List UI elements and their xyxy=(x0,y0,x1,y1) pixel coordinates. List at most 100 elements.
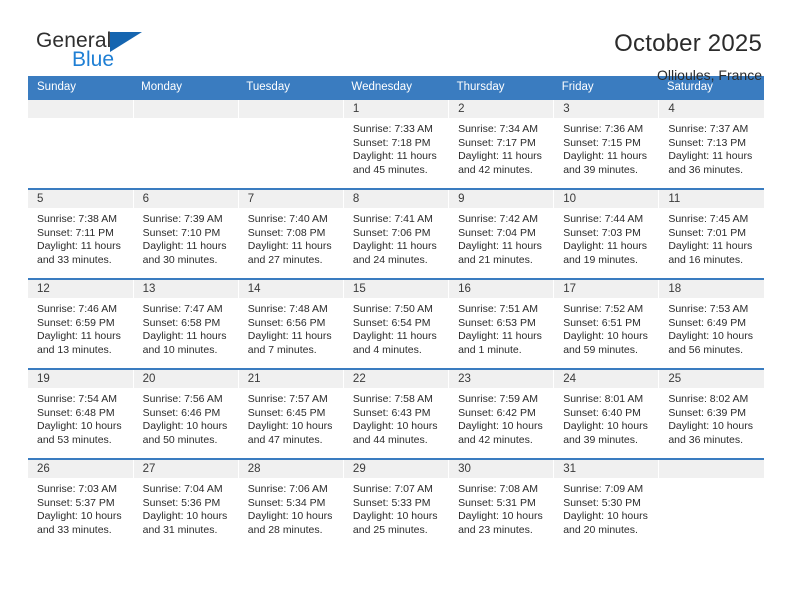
sunset-text: Sunset: 7:08 PM xyxy=(247,226,326,239)
sunrise-text: Sunrise: 7:33 AM xyxy=(352,123,433,135)
calendar-day-cell[interactable]: 26 Sunrise: 7:03 AM Sunset: 5:37 PM Dayligh… xyxy=(28,458,134,549)
sunset-text: Sunset: 6:40 PM xyxy=(563,406,641,419)
calendar-day-cell[interactable]: 27 Sunrise: 7:04 AM Sunset: 5:36 PM Dayligh… xyxy=(133,458,239,549)
daylight-text-line1: Daylight: 11 hours xyxy=(563,150,648,162)
calendar-day-cell[interactable]: 9 Sunrise: 7:42 AM Sunset: 7:04 PM Daylight… xyxy=(448,188,555,279)
day-details: Sunrise: 7:39 AM Sunset: 7:10 PM Daylight:… xyxy=(134,208,238,267)
daylight-text-line1: Daylight: 10 hours xyxy=(458,420,543,432)
calendar-day-cell[interactable]: 22 Sunrise: 7:58 AM Sunset: 6:43 PM Dayligh… xyxy=(343,368,450,459)
day-details: Sunrise: 7:46 AM Sunset: 6:59 PM Daylight:… xyxy=(28,298,133,357)
sunset-text: Sunset: 6:54 PM xyxy=(352,316,431,329)
day-details: Sunrise: 7:59 AM Sunset: 6:42 PM Daylight:… xyxy=(449,388,553,447)
calendar-day-cell[interactable]: 18 Sunrise: 7:53 AM Sunset: 6:49 PM Dayligh… xyxy=(658,278,764,369)
day-number: 19 xyxy=(28,370,133,388)
day-details: Sunrise: 7:09 AM Sunset: 5:30 PM Daylight:… xyxy=(554,478,658,537)
daylight-text-line2: and 25 minutes. xyxy=(352,523,428,536)
calendar-day-cell[interactable]: 28 Sunrise: 7:06 AM Sunset: 5:34 PM Dayligh… xyxy=(238,458,344,549)
calendar-day-cell[interactable]: 24 Sunrise: 8:01 AM Sunset: 6:40 PM Dayligh… xyxy=(553,368,660,459)
calendar-day-cell[interactable]: 4 Sunrise: 7:37 AM Sunset: 7:13 PM Daylight… xyxy=(658,98,764,189)
calendar-day-cell[interactable]: 10 Sunrise: 7:44 AM Sunset: 7:03 PM Dayligh… xyxy=(553,188,660,279)
day-number: 11 xyxy=(659,190,764,208)
calendar-day-cell[interactable]: 21 Sunrise: 7:57 AM Sunset: 6:45 PM Dayligh… xyxy=(238,368,344,459)
calendar-day-cell[interactable]: 29 Sunrise: 7:07 AM Sunset: 5:33 PM Dayligh… xyxy=(343,458,450,549)
sunset-text: Sunset: 6:59 PM xyxy=(37,316,115,329)
calendar-day-cell[interactable]: 12 Sunrise: 7:46 AM Sunset: 6:59 PM Dayligh… xyxy=(28,278,134,369)
calendar-day-cell[interactable]: 19 Sunrise: 7:54 AM Sunset: 6:48 PM Dayligh… xyxy=(28,368,134,459)
day-details: Sunrise: 7:03 AM Sunset: 5:37 PM Daylight:… xyxy=(28,478,133,537)
daylight-text-line2: and 13 minutes. xyxy=(37,343,112,356)
day-number: 1 xyxy=(343,100,449,118)
sunrise-text: Sunrise: 7:58 AM xyxy=(352,393,433,405)
day-number: 5 xyxy=(28,190,133,208)
brand-name-general: General xyxy=(36,29,112,52)
calendar-day-cell[interactable]: 7 Sunrise: 7:40 AM Sunset: 7:08 PM Daylight… xyxy=(238,188,344,279)
sunset-text: Sunset: 6:58 PM xyxy=(142,316,221,329)
weekday-header-thursday: Thursday xyxy=(448,76,554,99)
sunset-text: Sunset: 6:46 PM xyxy=(142,406,221,419)
calendar-day-cell[interactable]: 16 Sunrise: 7:51 AM Sunset: 6:53 PM Dayligh… xyxy=(448,278,555,369)
day-number: 13 xyxy=(133,280,238,298)
daylight-text-line1: Daylight: 10 hours xyxy=(563,510,648,522)
calendar-day-cell[interactable]: 5 Sunrise: 7:38 AM Sunset: 7:11 PM Daylight… xyxy=(28,188,134,279)
day-number xyxy=(133,100,238,118)
daylight-text-line2: and 47 minutes. xyxy=(247,433,323,446)
weekday-header-sunday: Sunday xyxy=(28,76,134,99)
daylight-text-line1: Daylight: 11 hours xyxy=(458,240,542,252)
daylight-text-line2: and 42 minutes. xyxy=(458,433,533,446)
daylight-text-line1: Daylight: 11 hours xyxy=(142,240,227,252)
calendar-day-cell[interactable]: 11 Sunrise: 7:45 AM Sunset: 7:01 PM Dayligh… xyxy=(658,188,764,279)
sunrise-text: Sunrise: 7:59 AM xyxy=(458,393,539,405)
sunrise-text: Sunrise: 7:06 AM xyxy=(247,483,328,495)
sunset-text: Sunset: 5:34 PM xyxy=(247,496,326,509)
brand-logo[interactable]: General Blue xyxy=(28,30,256,70)
day-number: 10 xyxy=(554,190,659,208)
daylight-text-line2: and 53 minutes. xyxy=(37,433,112,446)
day-number: 6 xyxy=(133,190,238,208)
sunset-text: Sunset: 6:56 PM xyxy=(247,316,326,329)
daylight-text-line2: and 24 minutes. xyxy=(352,253,428,266)
calendar-day-cell[interactable]: 31 Sunrise: 7:09 AM Sunset: 5:30 PM Dayligh… xyxy=(553,458,660,549)
daylight-text-line1: Daylight: 10 hours xyxy=(37,510,122,522)
brand-name-blue: Blue xyxy=(72,48,115,71)
daylight-text-line1: Daylight: 10 hours xyxy=(668,420,753,432)
calendar-week-row: 1 Sunrise: 7:33 AM Sunset: 7:18 PM Daylight… xyxy=(28,98,764,189)
daylight-text-line1: Daylight: 10 hours xyxy=(142,420,228,432)
daylight-text-line1: Daylight: 11 hours xyxy=(247,330,332,342)
calendar-day-cell[interactable]: 3 Sunrise: 7:36 AM Sunset: 7:15 PM Daylight… xyxy=(553,98,660,189)
sunrise-text: Sunrise: 7:46 AM xyxy=(37,303,117,315)
daylight-text-line1: Daylight: 10 hours xyxy=(352,420,438,432)
calendar-day-cell[interactable]: 14 Sunrise: 7:48 AM Sunset: 6:56 PM Dayligh… xyxy=(238,278,344,369)
calendar-day-cell[interactable]: 30 Sunrise: 7:08 AM Sunset: 5:31 PM Dayligh… xyxy=(448,458,555,549)
calendar-day-cell[interactable]: 1 Sunrise: 7:33 AM Sunset: 7:18 PM Daylight… xyxy=(343,98,450,189)
calendar-week-row: 12 Sunrise: 7:46 AM Sunset: 6:59 PM Dayligh… xyxy=(28,278,764,369)
calendar-day-cell[interactable]: 2 Sunrise: 7:34 AM Sunset: 7:17 PM Daylight… xyxy=(448,98,555,189)
calendar-day-cell[interactable]: 15 Sunrise: 7:50 AM Sunset: 6:54 PM Dayligh… xyxy=(343,278,450,369)
day-details: Sunrise: 7:37 AM Sunset: 7:13 PM Daylight:… xyxy=(659,118,764,177)
day-details: Sunrise: 7:48 AM Sunset: 6:56 PM Daylight:… xyxy=(239,298,343,357)
day-number: 24 xyxy=(554,370,659,388)
calendar-day-cell[interactable]: 20 Sunrise: 7:56 AM Sunset: 6:46 PM Dayligh… xyxy=(133,368,239,459)
calendar-day-cell[interactable]: 6 Sunrise: 7:39 AM Sunset: 7:10 PM Daylight… xyxy=(133,188,239,279)
day-number: 9 xyxy=(449,190,554,208)
calendar-day-cell[interactable]: 25 Sunrise: 8:02 AM Sunset: 6:39 PM Dayligh… xyxy=(658,368,764,459)
sunset-text: Sunset: 5:31 PM xyxy=(458,496,536,509)
daylight-text-line1: Daylight: 11 hours xyxy=(142,330,227,342)
daylight-text-line2: and 7 minutes. xyxy=(247,343,317,356)
day-details: Sunrise: 7:04 AM Sunset: 5:36 PM Daylight:… xyxy=(134,478,238,537)
daylight-text-line2: and 36 minutes. xyxy=(668,433,744,446)
calendar-day-cell-empty xyxy=(133,98,239,189)
calendar-day-cell[interactable]: 8 Sunrise: 7:41 AM Sunset: 7:06 PM Daylight… xyxy=(343,188,450,279)
daylight-text-line1: Daylight: 10 hours xyxy=(142,510,228,522)
daylight-text-line1: Daylight: 11 hours xyxy=(37,330,121,342)
calendar-day-cell[interactable]: 23 Sunrise: 7:59 AM Sunset: 6:42 PM Dayligh… xyxy=(448,368,555,459)
day-number: 27 xyxy=(133,460,238,478)
daylight-text-line2: and 33 minutes. xyxy=(37,253,112,266)
calendar-day-cell[interactable]: 13 Sunrise: 7:47 AM Sunset: 6:58 PM Dayligh… xyxy=(133,278,239,369)
day-number: 4 xyxy=(659,100,764,118)
day-number: 21 xyxy=(238,370,343,388)
sunrise-text: Sunrise: 7:41 AM xyxy=(352,213,433,225)
day-number: 18 xyxy=(659,280,764,298)
day-number: 15 xyxy=(343,280,449,298)
calendar-day-cell[interactable]: 17 Sunrise: 7:52 AM Sunset: 6:51 PM Dayligh… xyxy=(553,278,660,369)
daylight-text-line2: and 42 minutes. xyxy=(458,163,533,176)
